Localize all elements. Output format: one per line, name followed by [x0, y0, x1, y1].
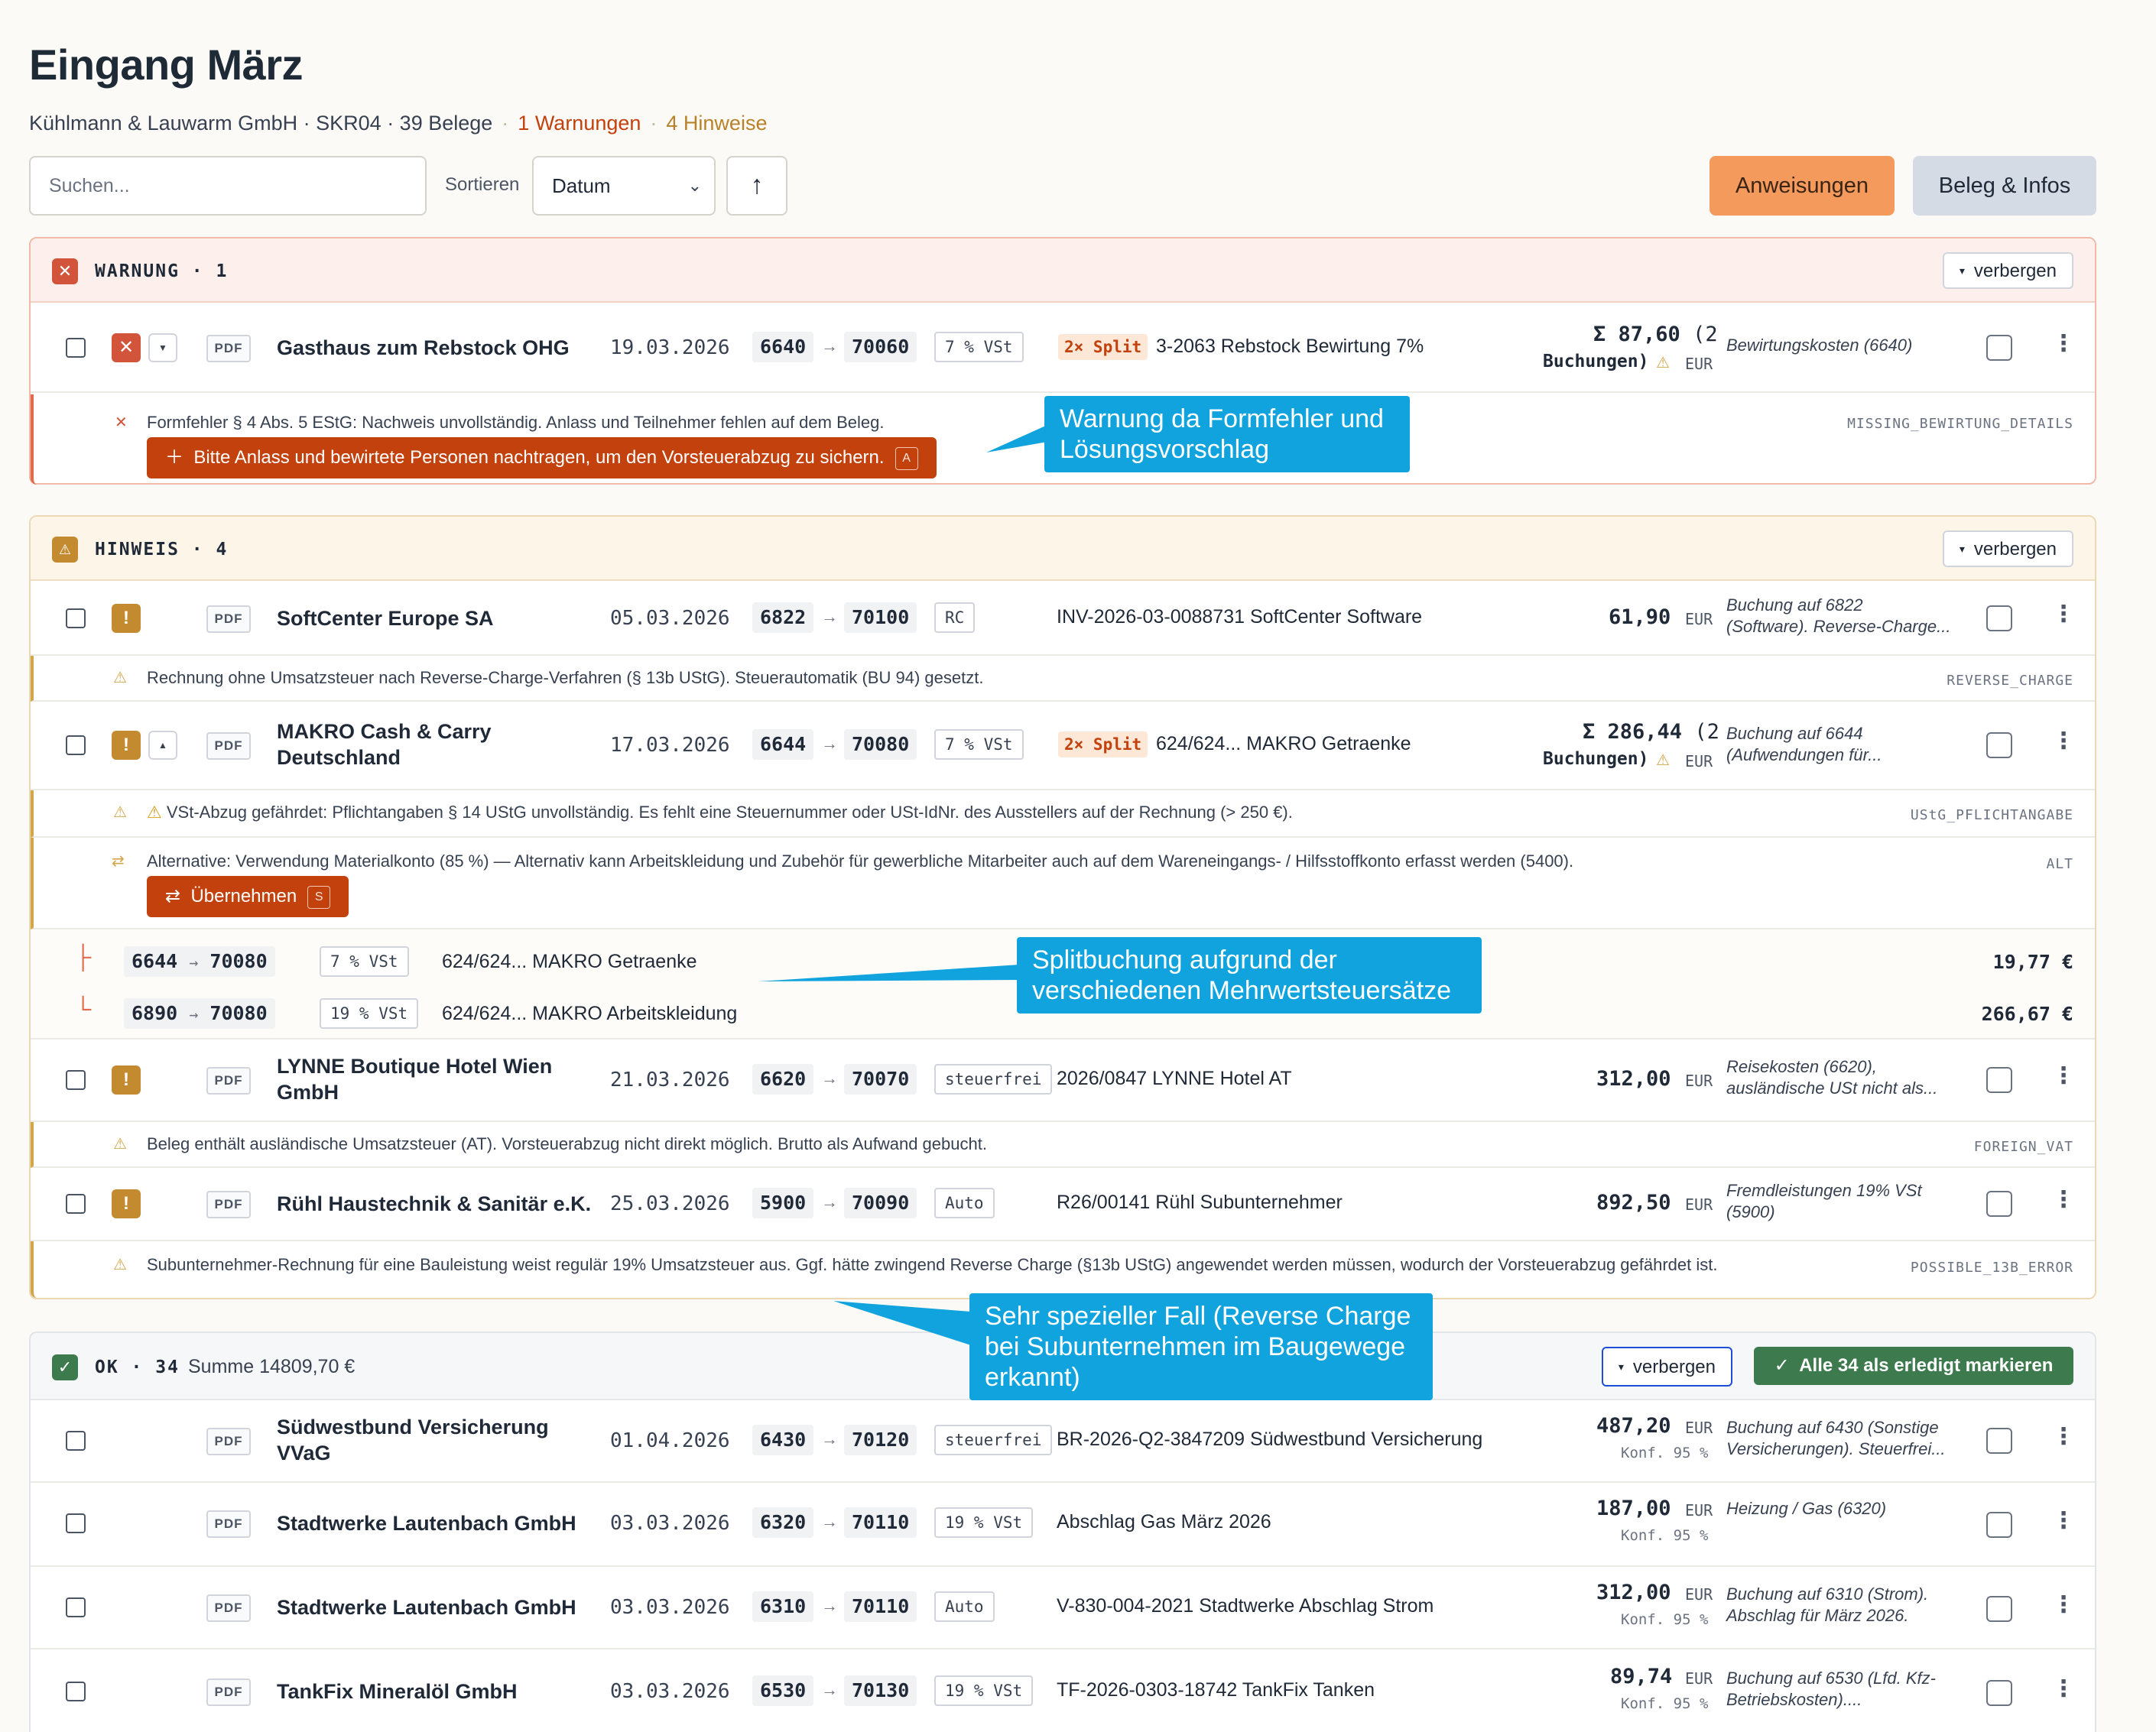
callout-line: Lösungsvorschlag: [1060, 435, 1270, 464]
callout-line: verschiedenen Mehrwertsteuersätze: [1032, 976, 1452, 1005]
callout-pointers: [758, 425, 1047, 1345]
callout-line: bei Subunternehmen im Baugewege: [985, 1332, 1406, 1361]
callout-pointer-3: [833, 1301, 971, 1345]
annotation-callout: Warnung da Formfehler und Lösungsvorschla…: [1044, 396, 1410, 472]
annotation-callout: Sehr spezieller Fall (Reverse Charge bei …: [969, 1293, 1433, 1400]
callout-pointer-2: [758, 965, 1020, 981]
callout-line: erkannt): [985, 1363, 1080, 1392]
callout-line: Sehr spezieller Fall (Reverse Charge: [985, 1302, 1411, 1331]
callout-pointer-1: [986, 425, 1047, 452]
callout-line: Splitbuchung aufgrund der: [1032, 945, 1337, 975]
callout-line: Warnung da Formfehler und: [1060, 404, 1384, 433]
annotation-callout: Splitbuchung aufgrund der verschiedenen M…: [1017, 937, 1482, 1014]
